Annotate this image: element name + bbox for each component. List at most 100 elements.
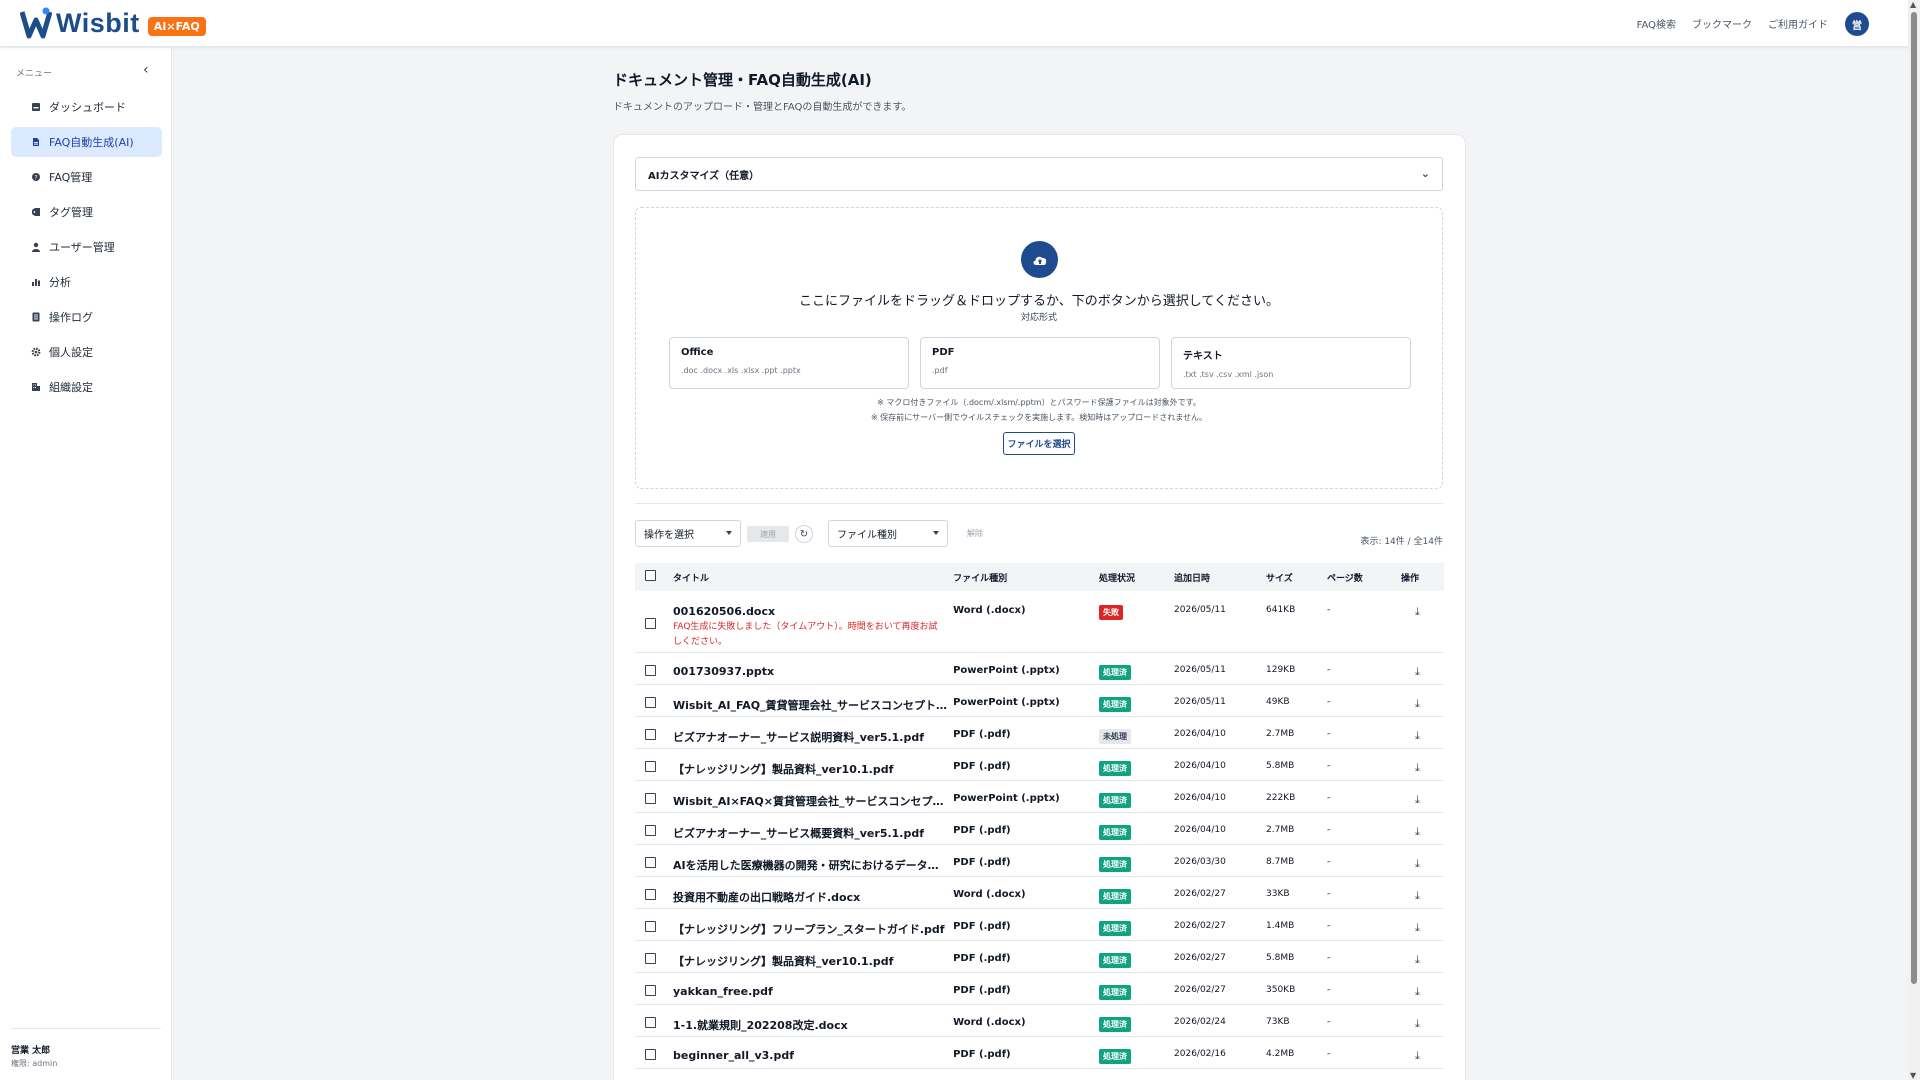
col-date[interactable]: 追加日時: [1168, 563, 1260, 591]
sidebar-item-logs[interactable]: 操作ログ: [11, 302, 162, 332]
nav-bookmark[interactable]: ブックマーク: [1692, 16, 1752, 31]
row-title[interactable]: AIを活用した医療機器の開発・研究におけるデータ…: [673, 857, 947, 873]
download-icon[interactable]: ⤓: [1401, 985, 1420, 998]
status-badge: 処理済: [1099, 824, 1132, 840]
scroll-up-icon[interactable]: ▲: [1910, 0, 1916, 9]
col-status[interactable]: 処理状況: [1093, 563, 1168, 591]
sidebar-item-org-settings[interactable]: 組織設定: [11, 372, 162, 402]
row-title[interactable]: yakkan_free.pdf: [673, 985, 947, 998]
nav-faq-search[interactable]: FAQ検索: [1637, 16, 1676, 31]
row-size: 73KB: [1260, 1004, 1321, 1037]
row-size: 129KB: [1260, 652, 1321, 685]
row-select-cell: [635, 940, 667, 973]
table-row[interactable]: yakkan_free.pdf PDF (.pdf) 処理済 2026/02/27 35…: [635, 972, 1444, 1005]
download-icon[interactable]: ⤓: [1401, 1017, 1420, 1030]
row-checkbox[interactable]: [645, 984, 656, 996]
table-row[interactable]: 【ナレッジリング】製品資料_ver10.1.pdf PDF (.pdf) 処理済 20…: [635, 940, 1444, 973]
row-title[interactable]: 【ナレッジリング】フリープラン_スタートガイド.pdf: [673, 921, 947, 937]
sidebar-item-faq-generate[interactable]: FAQ自動生成(AI): [11, 127, 162, 157]
chevron-left-icon[interactable]: ‹: [143, 62, 149, 78]
download-icon[interactable]: ⤓: [1401, 953, 1420, 966]
user-info: 営業 太郎 権限: admin: [11, 1028, 161, 1069]
sidebar-item-users[interactable]: ユーザー管理: [11, 232, 162, 262]
download-icon[interactable]: ⤓: [1401, 761, 1420, 774]
row-title[interactable]: Wisbit_AI_FAQ_賃貸管理会社_サービスコンセプト…: [673, 697, 947, 713]
row-title[interactable]: ビズアナオーナー_サービス説明資料_ver5.1.pdf: [673, 729, 947, 745]
download-icon[interactable]: ⤓: [1401, 921, 1420, 934]
row-title[interactable]: 投資用不動産の出口戦略ガイド.docx: [673, 889, 947, 905]
filetype-select[interactable]: ファイル種別: [828, 520, 948, 547]
table-row[interactable]: ビズアナオーナー_サービス概要資料_ver5.1.pdf PDF (.pdf) 処理…: [635, 812, 1444, 845]
row-title[interactable]: 001620506.docx: [673, 605, 947, 618]
col-pages[interactable]: ページ数: [1321, 563, 1395, 591]
sidebar-item-dashboard[interactable]: ダッシュボード: [11, 92, 162, 122]
row-title[interactable]: Wisbit_AI×FAQ×賃貸管理会社_サービスコンセプ…: [673, 793, 947, 809]
sidebar-item-personal-settings[interactable]: 個人設定: [11, 337, 162, 367]
sidebar-item-tag[interactable]: タグ管理: [11, 197, 162, 227]
apply-button[interactable]: 適用: [747, 526, 789, 542]
table-row[interactable]: 【ナレッジリング】フリープラン_スタートガイド.pdf PDF (.pdf) 処理済…: [635, 908, 1444, 941]
row-checkbox[interactable]: [645, 618, 656, 629]
logo[interactable]: Wisbit AI×FAQ: [20, 6, 206, 40]
row-checkbox[interactable]: [645, 920, 656, 932]
table-row[interactable]: 001730937.pptx PowerPoint (.pptx) 処理済 2026/…: [635, 652, 1444, 685]
row-checkbox[interactable]: [645, 1016, 656, 1028]
avatar[interactable]: 営: [1845, 12, 1869, 36]
clear-filter-button[interactable]: 解除: [967, 528, 983, 539]
table-row[interactable]: 1-1.就業規則_202208改定.docx Word (.docx) 処理済 202…: [635, 1004, 1444, 1037]
row-checkbox[interactable]: [645, 792, 656, 804]
action-select[interactable]: 操作を選択: [635, 520, 741, 547]
row-checkbox[interactable]: [645, 1048, 656, 1060]
table-row[interactable]: ビズアナオーナー_サービス説明資料_ver5.1.pdf PDF (.pdf) 未処…: [635, 716, 1444, 749]
row-checkbox[interactable]: [645, 888, 656, 900]
row-checkbox[interactable]: [645, 728, 656, 740]
document-table: タイトル ファイル種別 処理状況 追加日時 サイズ ページ数 操作 001620…: [635, 563, 1444, 1069]
scrollbar-thumb[interactable]: [1911, 12, 1917, 984]
row-title[interactable]: 001730937.pptx: [673, 665, 947, 678]
table-row[interactable]: beginner_all_v3.pdf PDF (.pdf) 処理済 2026/02/…: [635, 1036, 1444, 1069]
file-dropzone[interactable]: ここにファイルをドラッグ＆ドロップするか、下のボタンから選択してください。 対応…: [635, 207, 1443, 489]
scroll-down-icon[interactable]: ▼: [1910, 1071, 1916, 1080]
row-checkbox[interactable]: [645, 856, 656, 868]
refresh-icon[interactable]: ↻: [795, 525, 813, 543]
table-row[interactable]: Wisbit_AI_FAQ_賃貸管理会社_サービスコンセプト… PowerPoin…: [635, 684, 1444, 717]
col-title[interactable]: タイトル: [667, 563, 947, 591]
row-checkbox[interactable]: [645, 824, 656, 836]
download-icon[interactable]: ⤓: [1401, 665, 1420, 678]
row-checkbox[interactable]: [645, 664, 656, 676]
row-actions-cell: ⤓: [1394, 940, 1444, 973]
nav-guide[interactable]: ご利用ガイド: [1768, 16, 1828, 31]
table-row[interactable]: 投資用不動産の出口戦略ガイド.docx Word (.docx) 処理済 2026/0…: [635, 876, 1444, 909]
row-checkbox[interactable]: [645, 760, 656, 772]
page-scrollbar[interactable]: ▲ ▼: [1908, 0, 1920, 1080]
download-icon[interactable]: ⤓: [1401, 793, 1420, 806]
row-type: PDF (.pdf): [947, 940, 1094, 973]
row-title[interactable]: ビズアナオーナー_サービス概要資料_ver5.1.pdf: [673, 825, 947, 841]
row-checkbox[interactable]: [645, 696, 656, 708]
select-all-checkbox[interactable]: [645, 570, 656, 581]
row-title[interactable]: 【ナレッジリング】製品資料_ver10.1.pdf: [673, 761, 947, 777]
row-checkbox[interactable]: [645, 952, 656, 964]
download-icon[interactable]: ⤓: [1401, 697, 1420, 710]
sidebar-item-faq-manage[interactable]: ? FAQ管理: [11, 162, 162, 192]
table-row[interactable]: 001620506.docx FAQ生成に失敗しました（タイムアウト）。時間をおい…: [635, 591, 1444, 653]
col-type[interactable]: ファイル種別: [947, 563, 1093, 591]
download-icon[interactable]: ⤓: [1401, 825, 1420, 838]
table-row[interactable]: Wisbit_AI×FAQ×賃貸管理会社_サービスコンセプ… PowerPoint…: [635, 780, 1444, 813]
download-icon[interactable]: ⤓: [1401, 1049, 1420, 1062]
table-row[interactable]: 【ナレッジリング】製品資料_ver10.1.pdf PDF (.pdf) 処理済 20…: [635, 748, 1444, 781]
user-role: 権限: admin: [11, 1059, 58, 1068]
row-title[interactable]: 【ナレッジリング】製品資料_ver10.1.pdf: [673, 953, 947, 969]
ai-customize-accordion[interactable]: AIカスタマイズ（任意） ⌄: [635, 157, 1443, 191]
table-row[interactable]: AIを活用した医療機器の開発・研究におけるデータ… PDF (.pdf) 処理済 20…: [635, 844, 1444, 877]
row-title[interactable]: beginner_all_v3.pdf: [673, 1049, 947, 1062]
dashboard-icon: [31, 102, 41, 112]
download-icon[interactable]: ⤓: [1401, 605, 1420, 618]
download-icon[interactable]: ⤓: [1401, 857, 1420, 870]
download-icon[interactable]: ⤓: [1401, 889, 1420, 902]
choose-file-button[interactable]: ファイルを選択: [1003, 432, 1075, 455]
row-title[interactable]: 1-1.就業規則_202208改定.docx: [673, 1017, 947, 1033]
col-size[interactable]: サイズ: [1260, 563, 1321, 591]
sidebar-item-analytics[interactable]: 分析: [11, 267, 162, 297]
download-icon[interactable]: ⤓: [1401, 729, 1420, 742]
